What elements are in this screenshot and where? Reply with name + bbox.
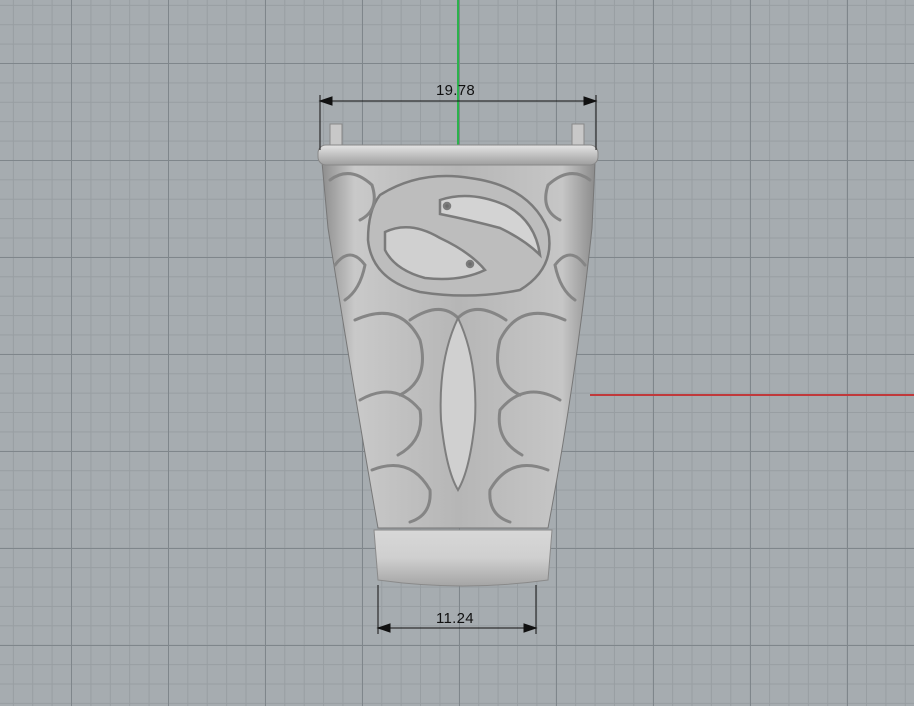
ring-model[interactable]: [317, 123, 599, 587]
ring-top-rim: [317, 144, 599, 166]
dimension-top-label: 19.78: [436, 82, 476, 99]
scene: [317, 0, 914, 634]
ring-bottom-band: [373, 529, 553, 587]
dimension-bottom-label: 11.24: [436, 610, 474, 627]
